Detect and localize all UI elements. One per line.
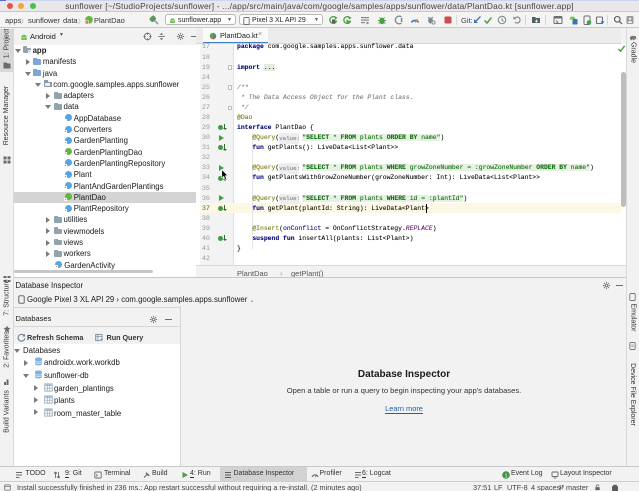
svg-text:1: 1 <box>505 473 508 479</box>
